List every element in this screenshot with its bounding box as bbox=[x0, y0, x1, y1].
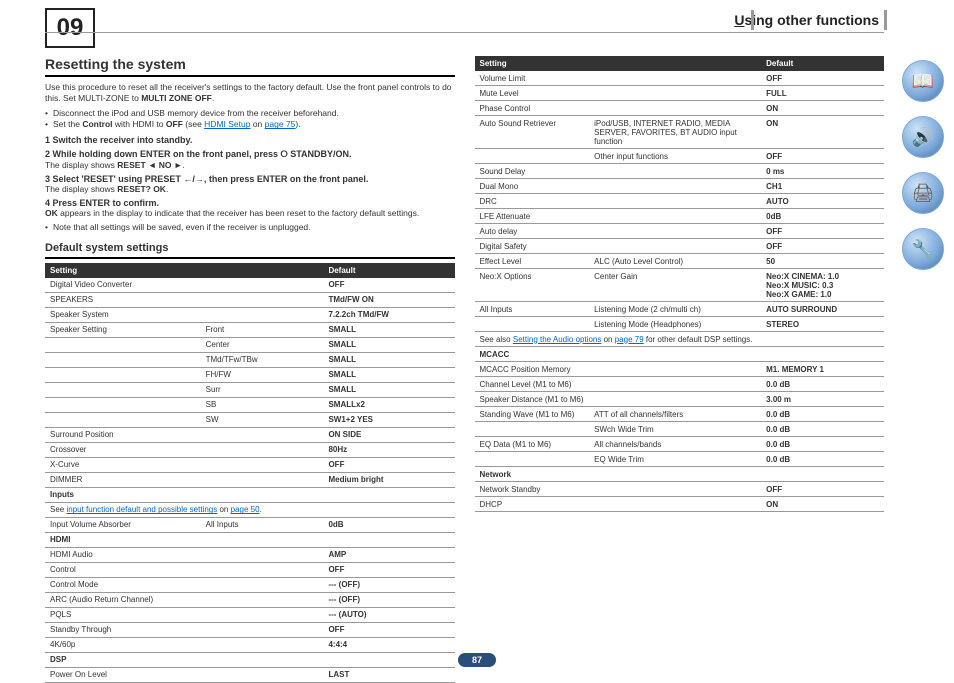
table-row: Crossover80Hz bbox=[45, 442, 455, 457]
table-row: SBSMALLx2 bbox=[45, 397, 455, 412]
table-row: CenterSMALL bbox=[45, 337, 455, 352]
page-header: Using other functions bbox=[734, 12, 879, 28]
sidebar-icons: 📖 🔊 🖨 🔧 bbox=[902, 60, 944, 270]
step-2-note: The display shows RESET ◄ NO ►. bbox=[45, 160, 455, 170]
table-row: 4K/60p4:4:4 bbox=[45, 637, 455, 652]
step-2: 2 While holding down ENTER on the front … bbox=[45, 149, 455, 160]
table-row: Listening Mode (Headphones)STEREO bbox=[475, 317, 885, 332]
table-row: LFE Attenuate0dB bbox=[475, 209, 885, 224]
table-row: Standing Wave (M1 to M6)ATT of all chann… bbox=[475, 407, 885, 422]
table-row: Dual MonoCH1 bbox=[475, 179, 885, 194]
chapter-box: 09 bbox=[45, 8, 95, 48]
table-row: Sound Delay0 ms bbox=[475, 164, 885, 179]
table-row: SPEAKERSTMd/FW ON bbox=[45, 292, 455, 307]
settings-table-right: SettingDefault Volume LimitOFFMute Level… bbox=[475, 56, 885, 512]
default-settings-title: Default system settings bbox=[45, 242, 455, 259]
header-accent-left bbox=[751, 10, 754, 30]
table-row: Speaker System7.2.2ch TMd/FW bbox=[45, 307, 455, 322]
table-row: HDMI AudioAMP bbox=[45, 547, 455, 562]
table-row: X-CurveOFF bbox=[45, 457, 455, 472]
table-row: EQ Wide Trim0.0 dB bbox=[475, 452, 885, 467]
header-accent-right bbox=[884, 10, 887, 30]
table-row: EQ Data (M1 to M6)All channels/bands0.0 … bbox=[475, 437, 885, 452]
tools-icon[interactable]: 🔧 bbox=[902, 228, 944, 270]
table-row: Input Volume AbsorberAll Inputs0dB bbox=[45, 517, 455, 532]
table-row: Digital Video ConverterOFF bbox=[45, 278, 455, 293]
step-3-note: The display shows RESET? OK. bbox=[45, 184, 455, 194]
bullet-2: Set the Control with HDMI to OFF (see HD… bbox=[45, 119, 455, 130]
step-1: 1 Switch the receiver into standby. bbox=[45, 135, 455, 145]
content: Resetting the system Use this procedure … bbox=[45, 56, 884, 645]
right-column: SettingDefault Volume LimitOFFMute Level… bbox=[475, 56, 885, 645]
table-row: Auto delayOFF bbox=[475, 224, 885, 239]
table-row: TMd/TFw/TBwSMALL bbox=[45, 352, 455, 367]
table-row: Standby ThroughOFF bbox=[45, 622, 455, 637]
left-column: Resetting the system Use this procedure … bbox=[45, 56, 455, 645]
table-row: ControlOFF bbox=[45, 562, 455, 577]
page-50-link[interactable]: page 50 bbox=[231, 505, 260, 514]
table-row: SurrSMALL bbox=[45, 382, 455, 397]
header-rule bbox=[45, 32, 884, 33]
table-row: FH/FWSMALL bbox=[45, 367, 455, 382]
resetting-title: Resetting the system bbox=[45, 56, 455, 77]
bullet-1: Disconnect the iPod and USB memory devic… bbox=[45, 108, 455, 119]
table-row: DRCAUTO bbox=[475, 194, 885, 209]
table-row: Other input functionsOFF bbox=[475, 149, 885, 164]
page-79-link[interactable]: page 79 bbox=[615, 335, 644, 344]
print-icon[interactable]: 🖨 bbox=[902, 172, 944, 214]
table-row: Channel Level (M1 to M6)0.0 dB bbox=[475, 377, 885, 392]
input-defaults-link[interactable]: input function default and possible sett… bbox=[66, 505, 217, 514]
table-row: Volume LimitOFF bbox=[475, 71, 885, 86]
table-row: DIMMERMedium bright bbox=[45, 472, 455, 487]
speaker-icon[interactable]: 🔊 bbox=[902, 116, 944, 158]
book-icon[interactable]: 📖 bbox=[902, 60, 944, 102]
table-row: Network StandbyOFF bbox=[475, 482, 885, 497]
step-3: 3 Select 'RESET' using PRESET ←/→, then … bbox=[45, 174, 455, 184]
table-row: SWSW1+2 YES bbox=[45, 412, 455, 427]
hdmi-setup-link[interactable]: HDMI Setup bbox=[204, 119, 250, 129]
table-row: Phase ControlON bbox=[475, 101, 885, 116]
chapter-number: 09 bbox=[57, 14, 84, 42]
step-4: 4 Press ENTER to confirm. bbox=[45, 198, 455, 208]
table-row: Speaker SettingFrontSMALL bbox=[45, 322, 455, 337]
page-number: 87 bbox=[458, 653, 496, 667]
table-row: Neo:X OptionsCenter GainNeo:X CINEMA: 1.… bbox=[475, 269, 885, 302]
table-row: Speaker Distance (M1 to M6)3.00 m bbox=[475, 392, 885, 407]
table-row: Auto Sound RetrieveriPod/USB, INTERNET R… bbox=[475, 116, 885, 149]
table-row: DHCPON bbox=[475, 497, 885, 512]
table-row: Mute LevelFULL bbox=[475, 86, 885, 101]
table-row: Control Mode--- (OFF) bbox=[45, 577, 455, 592]
table-row: Effect LevelALC (Auto Level Control)50 bbox=[475, 254, 885, 269]
table-row: All InputsListening Mode (2 ch/multi ch)… bbox=[475, 302, 885, 317]
page-75-link[interactable]: page 75 bbox=[265, 119, 296, 129]
table-row: ARC (Audio Return Channel)--- (OFF) bbox=[45, 592, 455, 607]
ok-text: OK appears in the display to indicate th… bbox=[45, 208, 455, 219]
table-row: Digital SafetyOFF bbox=[475, 239, 885, 254]
table-row: PQLS--- (AUTO) bbox=[45, 607, 455, 622]
audio-options-link[interactable]: Setting the Audio options bbox=[513, 335, 602, 344]
settings-table-left: SettingDefault Digital Video ConverterOF… bbox=[45, 263, 455, 683]
intro-text: Use this procedure to reset all the rece… bbox=[45, 82, 455, 105]
note-text: Note that all settings will be saved, ev… bbox=[45, 222, 455, 233]
table-row: SWch Wide Trim0.0 dB bbox=[475, 422, 885, 437]
table-row: Surround PositionON SIDE bbox=[45, 427, 455, 442]
table-row: MCACC Position MemoryM1. MEMORY 1 bbox=[475, 362, 885, 377]
